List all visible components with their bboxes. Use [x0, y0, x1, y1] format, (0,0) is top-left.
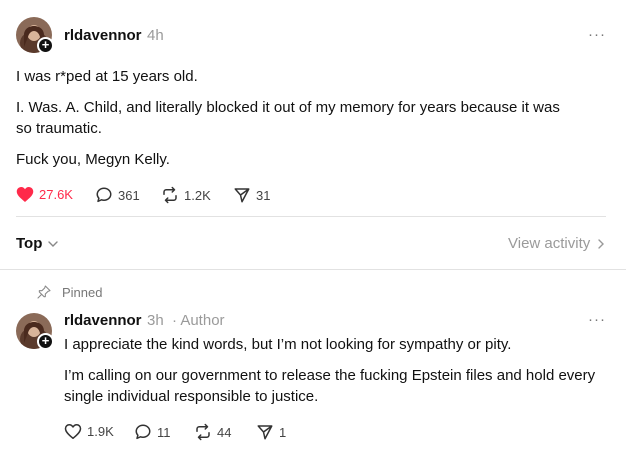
heart-filled-icon: [16, 187, 34, 202]
reply-like-count: 1.9K: [87, 424, 114, 439]
sort-label: Top: [16, 235, 43, 252]
send-icon: [234, 188, 250, 203]
reply-button[interactable]: 361: [95, 186, 140, 204]
like-button[interactable]: 27.6K: [16, 186, 73, 203]
divider: [16, 216, 606, 217]
view-activity-label: View activity: [508, 235, 591, 252]
repost-button[interactable]: 1.2K: [161, 186, 211, 204]
share-button[interactable]: 31: [233, 186, 270, 204]
pinned-indicator: Pinned: [36, 284, 102, 300]
reply-share-button[interactable]: 1: [256, 423, 286, 441]
post-text-1: I was r*ped at 15 years old.: [16, 68, 198, 85]
post-text-2: I. Was. A. Child, and literally blocked …: [16, 99, 560, 137]
author-label: · Author: [172, 312, 225, 329]
post: + rldavennor 4h ··· I was r*ped at 15 ye…: [0, 0, 626, 216]
like-count: 27.6K: [39, 187, 73, 202]
reply-like-button[interactable]: 1.9K: [64, 423, 114, 440]
repost-count: 1.2K: [184, 187, 211, 203]
reply-more-button[interactable]: ···: [588, 311, 606, 328]
post-time[interactable]: 4h: [147, 27, 164, 44]
reply-reply-button[interactable]: 11: [134, 423, 171, 441]
comment-icon: [135, 424, 151, 440]
pin-icon: [37, 285, 51, 299]
follow-plus-icon[interactable]: +: [37, 37, 54, 54]
repost-icon: [163, 186, 177, 204]
comment-icon: [96, 187, 112, 203]
follow-plus-icon[interactable]: +: [37, 333, 54, 350]
reply-text-2: I’m calling on our government to release…: [64, 367, 596, 405]
post-more-button[interactable]: ···: [588, 26, 606, 43]
reply-repost-button[interactable]: 44: [194, 423, 231, 441]
reply-text-1: I appreciate the kind words, but I’m not…: [64, 336, 512, 353]
pinned-label: Pinned: [62, 284, 103, 300]
send-icon: [257, 425, 273, 440]
post-username[interactable]: rldavennor: [64, 27, 142, 44]
reply-count: 361: [118, 187, 140, 203]
repost-icon: [196, 423, 210, 441]
reply-username[interactable]: rldavennor: [64, 312, 142, 329]
divider: [0, 269, 626, 270]
reply-share-count: 1: [279, 424, 287, 440]
reply-repost-count: 44: [217, 424, 232, 440]
sort-dropdown[interactable]: Top: [16, 235, 59, 252]
post-text-3: Fuck you, Megyn Kelly.: [16, 151, 170, 168]
reply-reply-count: 11: [157, 424, 171, 440]
chevron-down-icon: [48, 240, 59, 247]
share-count: 31: [256, 187, 271, 203]
reply-time[interactable]: 3h: [147, 312, 164, 329]
heart-icon: [64, 424, 82, 439]
chevron-right-icon: [598, 238, 605, 249]
view-activity-link[interactable]: View activity: [508, 235, 605, 252]
